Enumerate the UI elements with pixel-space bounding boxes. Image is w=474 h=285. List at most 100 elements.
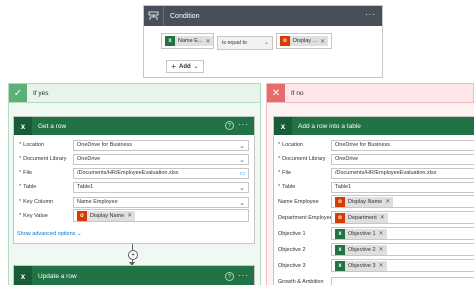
key-value-input[interactable]: o Display Name ✕ [73,209,249,222]
field-label: Objective 1 [278,231,306,237]
field-value: OneDrive [335,156,359,162]
remove-token-icon[interactable]: ✕ [320,38,325,45]
key-column-select[interactable]: Name Employee ⌄ [73,196,249,208]
token-label: Name E... [178,38,203,44]
field-value: OneDrive for Business [77,142,133,148]
update-row-card[interactable]: x Update a row ? ··· [13,265,255,285]
token-label: Display ... [293,38,318,44]
token-label: Objective 3 [348,262,376,269]
remove-token-icon[interactable]: ✕ [380,214,385,221]
condition-card[interactable]: Condition ··· x Name E... ✕ is equal to … [143,5,383,78]
token-objective-1[interactable]: x Objective 1 ✕ [335,228,387,239]
folder-icon[interactable]: ▭ [239,170,245,177]
update-row-header[interactable]: x Update a row ? ··· [14,266,254,285]
field-value: Table1 [77,184,94,190]
add-row-header[interactable]: x Add a row into a table [274,117,474,135]
operator-value: is equal to [222,40,248,46]
plus-icon: + [171,62,176,71]
field-row-department-employee: Department Employee o Department ✕ [274,211,474,224]
get-row-title: Get a row [38,122,67,130]
token-label: Display Name [348,198,383,205]
field-label: Objective 3 [278,263,306,269]
add-row-title: Add a row into a table [298,122,361,130]
field-label: Growth & Ambition [278,279,324,285]
field-row-key-column: * Key Column Name Employee ⌄ [14,196,254,208]
growth-ambition-input[interactable] [331,276,474,285]
update-row-title: Update a row [38,273,77,280]
department-employee-input[interactable]: o Department ✕ [331,211,474,224]
get-row-header[interactable]: x Get a row ? ··· [14,117,254,135]
file-input[interactable]: /Documents/HR/EmployeeEvaluation.xlsx ▭ [73,167,249,179]
field-label: Document Library [23,156,67,162]
more-options-icon[interactable]: ··· [238,271,249,280]
field-row-location: * Location OneDrive for Business [274,139,474,151]
condition-right-operand[interactable]: o Display ... ✕ [276,33,332,49]
token-display-name[interactable]: o Display ... ✕ [280,36,329,46]
field-label: Location [282,142,303,148]
operator-select[interactable]: is equal to ⌄ [217,36,273,50]
more-options-icon[interactable]: ··· [365,10,376,19]
objective-2-input[interactable]: x Objective 2 ✕ [331,243,474,256]
more-options-icon[interactable]: ··· [238,120,249,129]
get-row-card[interactable]: x Get a row ? ··· * Location OneDrive for… [13,116,255,244]
check-icon: ✓ [9,84,27,102]
token-name-employee[interactable]: x Name E... ✕ [165,36,214,46]
office-icon: o [77,210,87,221]
condition-header[interactable]: Condition ··· [144,6,382,26]
token-label: Department [348,214,377,221]
location-select[interactable]: OneDrive for Business ⌄ [73,139,249,151]
field-row-key-value: * Key Value o Display Name ✕ [14,209,254,222]
branch-no-label: If no [291,89,304,97]
field-row-document-library: * Document Library OneDrive [274,153,474,165]
remove-token-icon[interactable]: ✕ [127,212,132,219]
objective-3-input[interactable]: x Objective 3 ✕ [331,259,474,272]
token-label: Display Name [90,212,125,219]
field-row-document-library: * Document Library OneDrive ⌄ [14,153,254,165]
chevron-down-icon: ⌄ [263,40,269,46]
add-button[interactable]: + Add ⌄ [166,60,204,73]
add-row-card[interactable]: x Add a row into a table * Location OneDr… [273,116,474,285]
branch-if-no-header[interactable]: ✕ If no [266,83,474,103]
token-label: Objective 2 [348,246,376,253]
field-value: /Documents/HR/EmployeeEvaluation.xlsx [77,170,179,176]
excel-icon: x [274,117,292,135]
chevron-down-icon: ⌄ [239,142,245,150]
token-department[interactable]: o Department ✕ [335,212,388,223]
field-label: Department Employee [278,215,333,221]
insert-step-icon[interactable]: + [128,250,138,260]
objective-1-input[interactable]: x Objective 1 ✕ [331,227,474,240]
document-library-select[interactable]: OneDrive [331,153,474,165]
token-objective-3[interactable]: x Objective 3 ✕ [335,260,387,271]
document-library-select[interactable]: OneDrive ⌄ [73,153,249,165]
field-label: Table [282,184,296,190]
table-select[interactable]: Table1 ⌄ [73,181,249,193]
file-input[interactable]: /Documents/HR/EmployeeEvaluation.xlsx [331,167,474,179]
token-display-name[interactable]: o Display Name ✕ [335,196,394,207]
location-select[interactable]: OneDrive for Business [331,139,474,151]
remove-token-icon[interactable]: ✕ [205,38,210,45]
field-value: OneDrive [77,156,101,162]
token-display-name[interactable]: o Display Name ✕ [77,210,136,221]
field-label: Location [23,142,44,148]
condition-left-operand[interactable]: x Name E... ✕ [161,33,214,49]
field-label: Objective 2 [278,247,306,253]
remove-token-icon[interactable]: ✕ [379,230,384,237]
remove-token-icon[interactable]: ✕ [385,198,390,205]
chevron-down-icon: ⌄ [239,156,245,164]
branch-if-yes-header[interactable]: ✓ If yes [8,83,261,103]
chevron-down-icon: ⌄ [76,231,82,237]
table-select[interactable]: Table1 [331,181,474,193]
help-icon[interactable]: ? [225,121,234,130]
show-advanced-options-link[interactable]: Show advanced options ⌄ [17,231,82,237]
token-objective-2[interactable]: x Objective 2 ✕ [335,244,387,255]
help-icon[interactable]: ? [225,272,234,281]
field-row-table: * Table Table1 ⌄ [14,181,254,193]
field-label: Table [23,184,37,190]
name-employee-input[interactable]: o Display Name ✕ [331,195,474,208]
field-row-table: * Table Table1 [274,181,474,193]
field-label: Name Employee [278,199,319,205]
field-label: File [282,170,292,176]
field-row-objective-2: Objective 2 x Objective 2 ✕ [274,243,474,256]
remove-token-icon[interactable]: ✕ [379,246,384,253]
remove-token-icon[interactable]: ✕ [379,262,384,269]
